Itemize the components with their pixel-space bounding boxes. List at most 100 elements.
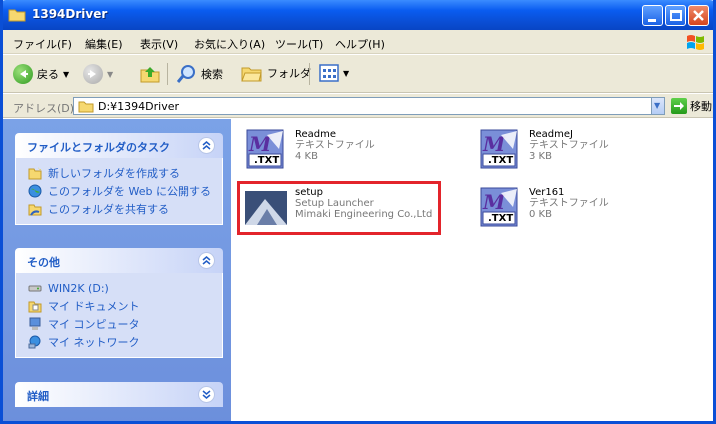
folders-icon <box>241 67 262 82</box>
file-type: テキストファイル <box>529 140 609 151</box>
file-size: 3 KB <box>529 151 552 162</box>
go-arrow-icon <box>671 98 687 114</box>
go-label: 移動 <box>690 100 712 113</box>
collapse-icon[interactable] <box>198 137 215 154</box>
expand-icon[interactable] <box>198 386 215 403</box>
back-label: 戻る <box>37 68 59 81</box>
windows-logo-icon <box>687 35 704 50</box>
menu-edit[interactable]: 編集(E) <box>85 36 123 52</box>
views-icon <box>319 64 339 82</box>
toolbar-separator <box>167 63 168 85</box>
file-item-readme[interactable]: M .TXT Readme テキストファイル 4 KB <box>243 127 375 173</box>
menu-view[interactable]: 表示(V) <box>140 36 178 52</box>
panel-header[interactable]: ファイルとフォルダのタスク <box>15 133 223 158</box>
place-label: マイ ネットワーク <box>48 336 140 349</box>
menu-bar: ファイル(F) 編集(E) 表示(V) お気に入り(A) ツール(T) ヘルプ(… <box>3 30 713 54</box>
my-computer-icon <box>29 317 41 330</box>
place-label: WIN2K (D:) <box>48 281 109 295</box>
window-title: 1394Driver <box>32 7 108 21</box>
place-my-computer[interactable]: マイ コンピュータ <box>28 315 212 333</box>
file-info: ReadmeJ テキストファイル 3 KB <box>529 127 609 173</box>
chevron-down-icon: ▼ <box>107 69 114 79</box>
up-folder-button[interactable] <box>139 64 161 84</box>
file-name: ReadmeJ <box>529 129 573 140</box>
views-button[interactable]: ▼ <box>319 64 349 82</box>
back-button[interactable]: 戻る ▼ <box>13 64 69 84</box>
icon-label: .TXT <box>488 213 514 224</box>
explorer-window: 1394Driver ファイル(F) 編集(E) 表示(V) お気に入り(A) … <box>0 0 716 424</box>
file-name: Readme <box>295 129 337 140</box>
globe-icon <box>28 184 42 198</box>
go-button[interactable]: 移動 <box>671 98 712 114</box>
folder-icon <box>8 9 26 22</box>
drive-icon <box>28 285 42 292</box>
toolbar-separator <box>309 63 310 85</box>
toolbar: 戻る ▼ ▼ 検索 フォルダ ▼ <box>3 55 713 93</box>
task-label: このフォルダを共有する <box>48 203 169 216</box>
address-bar: アドレス(D) D:¥1394Driver ▼ 移動 <box>3 94 713 118</box>
file-name: Ver161 <box>529 187 565 198</box>
panel-title: その他 <box>27 256 60 269</box>
task-label: このフォルダを Web に公開する <box>48 185 211 198</box>
place-my-documents[interactable]: マイ ドキュメント <box>28 297 212 315</box>
forward-button[interactable]: ▼ <box>83 64 113 84</box>
close-icon <box>693 10 704 21</box>
place-drive-d[interactable]: WIN2K (D:) <box>28 279 212 297</box>
task-share-folder[interactable]: このフォルダを共有する <box>28 200 212 218</box>
my-documents-icon <box>28 301 42 313</box>
search-icon <box>177 65 195 83</box>
menu-help[interactable]: ヘルプ(H) <box>335 36 385 52</box>
file-list: M .TXT Readme テキストファイル 4 KB M .TXT Readm… <box>231 119 713 421</box>
address-input[interactable]: D:¥1394Driver <box>73 97 665 115</box>
place-label: マイ ドキュメント <box>48 300 140 313</box>
icon-label: .TXT <box>488 155 514 166</box>
file-info: Ver161 テキストファイル 0 KB <box>529 185 609 231</box>
menu-tools[interactable]: ツール(T) <box>275 36 323 52</box>
panel-title: ファイルとフォルダのタスク <box>27 141 170 154</box>
panel-title: 詳細 <box>27 390 49 403</box>
place-label: マイ コンピュータ <box>48 318 140 331</box>
panel-header[interactable]: その他 <box>15 248 223 273</box>
file-info: Readme テキストファイル 4 KB <box>295 127 375 173</box>
task-label: 新しいフォルダを作成する <box>48 167 180 180</box>
file-type: テキストファイル <box>529 198 609 209</box>
panel-body: 新しいフォルダを作成する このフォルダを Web に公開する このフォルダを共有… <box>15 158 223 225</box>
address-value: D:¥1394Driver <box>98 100 180 113</box>
title-bar[interactable]: 1394Driver <box>3 0 713 30</box>
search-button[interactable]: 検索 <box>177 64 223 84</box>
task-pane: ファイルとフォルダのタスク 新しいフォルダを作成する このフォルダを Web に… <box>3 119 231 421</box>
file-item-ver161[interactable]: M .TXT Ver161 テキストファイル 0 KB <box>477 185 609 231</box>
task-publish-web[interactable]: このフォルダを Web に公開する <box>28 182 212 200</box>
details-panel: 詳細 <box>15 382 223 407</box>
my-network-icon <box>28 335 41 349</box>
task-new-folder[interactable]: 新しいフォルダを作成する <box>28 164 212 182</box>
txt-file-icon: M .TXT <box>243 127 289 173</box>
maximize-button[interactable] <box>665 5 686 26</box>
file-size: 4 KB <box>295 151 318 162</box>
menu-file[interactable]: ファイル(F) <box>13 36 72 52</box>
up-folder-icon <box>140 67 160 83</box>
panel-header[interactable]: 詳細 <box>15 382 223 407</box>
txt-file-icon: M .TXT <box>477 185 523 231</box>
other-places-panel: その他 WIN2K (D:) マイ ドキュメント マイ コンピュータ マイ ネッ… <box>15 248 223 358</box>
highlight-box <box>237 181 441 235</box>
folders-label: フォルダ <box>267 67 311 80</box>
folder-icon <box>78 101 94 113</box>
back-arrow-icon <box>13 64 33 84</box>
collapse-icon[interactable] <box>198 252 215 269</box>
address-label: アドレス(D) <box>13 102 75 115</box>
icon-label: .TXT <box>254 155 280 166</box>
close-button[interactable] <box>688 5 709 26</box>
forward-arrow-icon <box>83 64 103 84</box>
file-size: 0 KB <box>529 209 552 220</box>
menu-favorites[interactable]: お気に入り(A) <box>194 36 265 52</box>
chevron-down-icon: ▼ <box>343 68 350 78</box>
minimize-button[interactable] <box>642 5 663 26</box>
address-dropdown-button[interactable]: ▼ <box>651 97 665 115</box>
file-type: テキストファイル <box>295 140 375 151</box>
panel-body: WIN2K (D:) マイ ドキュメント マイ コンピュータ マイ ネットワーク <box>15 273 223 358</box>
place-my-network[interactable]: マイ ネットワーク <box>28 333 212 351</box>
folders-button[interactable]: フォルダ <box>241 64 311 82</box>
file-item-readmej[interactable]: M .TXT ReadmeJ テキストファイル 3 KB <box>477 127 609 173</box>
txt-file-icon: M .TXT <box>477 127 523 173</box>
